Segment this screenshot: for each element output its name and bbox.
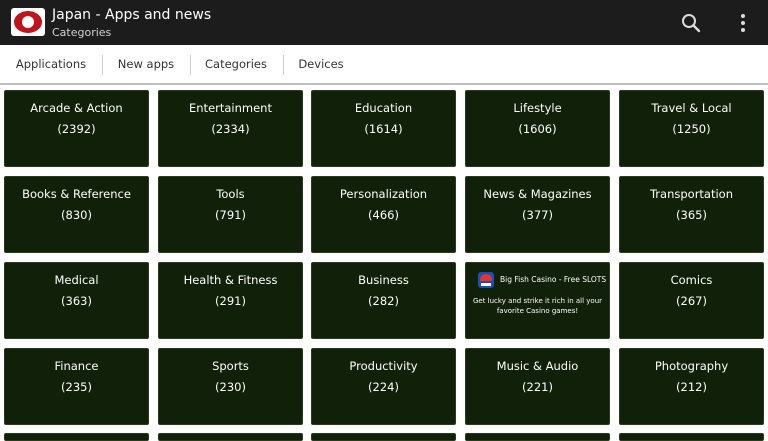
ad-tile[interactable]: Big Fish Casino - Free SLOTS Get lucky a…: [465, 262, 610, 339]
category-tile-health-fitness[interactable]: Health & Fitness (291): [158, 262, 303, 339]
category-name: Health & Fitness: [183, 273, 278, 287]
category-tile-transportation[interactable]: Transportation (365): [619, 176, 764, 253]
tab-new-apps[interactable]: New apps: [110, 45, 182, 83]
category-tile-finance[interactable]: Finance (235): [4, 348, 149, 425]
category-count: (1614): [364, 122, 403, 136]
search-icon: [682, 14, 701, 33]
category-tile-lifestyle[interactable]: Lifestyle (1606): [465, 90, 610, 167]
category-tile-medical[interactable]: Medical (363): [4, 262, 149, 339]
category-name: Entertainment: [189, 101, 272, 115]
category-count: (363): [61, 294, 92, 308]
more-vert-icon: [741, 14, 745, 32]
category-name: Finance: [54, 359, 99, 373]
category-count: (365): [676, 208, 707, 222]
category-tile-comics[interactable]: Comics (267): [619, 262, 764, 339]
category-tile-books-reference[interactable]: Books & Reference (830): [4, 176, 149, 253]
category-tile-music-audio[interactable]: Music & Audio (221): [465, 348, 610, 425]
category-tile-arcade-action[interactable]: Arcade & Action (2392): [4, 90, 149, 167]
category-tile-productivity[interactable]: Productivity (224): [311, 348, 456, 425]
category-name: Tools: [216, 187, 245, 201]
category-name: Arcade & Action: [30, 101, 123, 115]
category-count: (1606): [518, 122, 557, 136]
app-bar: Japan - Apps and news Categories: [0, 0, 768, 45]
tab-bar: Applications New apps Categories Devices: [0, 45, 768, 85]
category-name: Medical: [54, 273, 99, 287]
category-grid: Arcade & Action (2392) Entertainment (23…: [0, 85, 768, 441]
category-tile-business[interactable]: Business (282): [311, 262, 456, 339]
category-count: (466): [368, 208, 399, 222]
category-count: (212): [676, 380, 707, 394]
category-name: Music & Audio: [496, 359, 579, 373]
category-name: News & Magazines: [483, 187, 592, 201]
ad-title: Big Fish Casino - Free SLOTS: [500, 275, 607, 284]
category-tile-news-magazines[interactable]: News & Magazines (377): [465, 176, 610, 253]
category-count: (224): [368, 380, 399, 394]
category-count: (2334): [211, 122, 250, 136]
category-count: (1250): [672, 122, 711, 136]
category-tile-entertainment[interactable]: Entertainment (2334): [158, 90, 303, 167]
category-name: Business: [358, 273, 409, 287]
category-name: Photography: [654, 359, 729, 373]
category-count: (235): [61, 380, 92, 394]
category-name: Productivity: [349, 359, 418, 373]
category-count: (830): [61, 208, 92, 222]
category-name: Education: [354, 101, 413, 115]
category-name: Books & Reference: [22, 187, 131, 201]
category-name: Lifestyle: [513, 101, 562, 115]
category-tile-tools[interactable]: Tools (791): [158, 176, 303, 253]
category-tile-partial[interactable]: [311, 433, 456, 441]
category-name: Personalization: [339, 187, 428, 201]
category-tile-partial[interactable]: [158, 433, 303, 441]
app-window: Japan - Apps and news Categories Applica…: [0, 0, 768, 441]
tab-divider: [283, 55, 284, 75]
category-count: (2392): [57, 122, 96, 136]
casino-app-icon: [478, 272, 494, 288]
category-count: (282): [368, 294, 399, 308]
category-name: Travel & Local: [651, 101, 732, 115]
category-tile-photography[interactable]: Photography (212): [619, 348, 764, 425]
category-name: Comics: [670, 273, 713, 287]
category-count: (267): [676, 294, 707, 308]
category-name: Sports: [212, 359, 249, 373]
category-name: Transportation: [649, 187, 734, 201]
tab-categories[interactable]: Categories: [198, 45, 274, 83]
category-tile-sports[interactable]: Sports (230): [158, 348, 303, 425]
category-count: (221): [522, 380, 553, 394]
ad-body: Get lucky and strike it rich in all your…: [472, 297, 603, 315]
overflow-menu-button[interactable]: [730, 10, 756, 36]
category-count: (791): [215, 208, 246, 222]
app-subtitle: Categories: [52, 26, 112, 39]
category-tile-personalization[interactable]: Personalization (466): [311, 176, 456, 253]
tab-devices[interactable]: Devices: [290, 45, 352, 83]
category-tile-partial[interactable]: [619, 433, 764, 441]
tab-divider: [102, 55, 103, 75]
tab-divider: [190, 55, 191, 75]
category-count: (291): [215, 294, 246, 308]
category-tile-travel-local[interactable]: Travel & Local (1250): [619, 90, 764, 167]
search-button[interactable]: [678, 10, 704, 36]
category-tile-education[interactable]: Education (1614): [311, 90, 456, 167]
japan-flag-icon[interactable]: [11, 8, 45, 36]
category-tile-partial[interactable]: [465, 433, 610, 441]
category-tile-partial[interactable]: [4, 433, 149, 441]
category-count: (230): [215, 380, 246, 394]
tab-applications[interactable]: Applications: [8, 45, 94, 83]
category-count: (377): [522, 208, 553, 222]
app-title: Japan - Apps and news: [52, 7, 212, 23]
